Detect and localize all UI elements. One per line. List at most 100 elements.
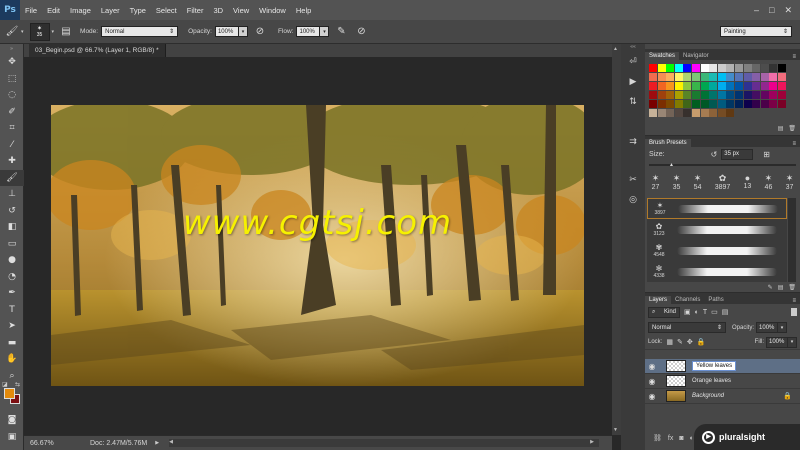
toggle-brush-panel-icon[interactable]: ✎ [768,284,773,291]
swatch-color[interactable] [674,73,683,81]
swatch-color[interactable] [769,91,778,99]
swatch-color[interactable] [726,73,735,81]
swatch-color[interactable] [657,73,666,81]
layer-row-yellow-leaves[interactable]: ◉ Yellow leaves [645,359,800,374]
swatch-color[interactable] [717,91,726,99]
swatch-color[interactable] [700,64,709,72]
menu-window[interactable]: Window [254,6,291,15]
layer-filter-dropdown[interactable]: ⌕ Kind [648,306,680,318]
swatch-color[interactable] [735,73,743,81]
history-brush-tool-icon[interactable]: ↺ [0,203,24,220]
healing-brush-tool-icon[interactable]: ✚ [0,153,24,170]
lasso-tool-icon[interactable]: ◌ [0,87,24,104]
filter-shape-icon[interactable]: ▭ [711,308,718,316]
opacity-slider-toggle[interactable]: ▾ [238,26,248,37]
filter-adjustment-icon[interactable]: ◐ [695,309,699,316]
swap-colors-icon[interactable]: ⇆ [15,381,20,388]
swatch-color[interactable] [760,64,769,72]
swatch-color[interactable] [743,73,752,81]
swatch-color[interactable] [735,82,743,90]
swatch-color[interactable] [666,109,675,117]
swatch-color[interactable] [683,82,692,90]
swatch-color[interactable] [649,100,657,108]
swatch-color[interactable] [726,64,735,72]
swatch-color[interactable] [657,64,666,72]
vertical-scrollbar[interactable]: ▲ ▼ [612,44,621,435]
swatch-color[interactable] [666,73,675,81]
add-mask-icon[interactable]: ◙ [679,435,683,442]
swatch-color[interactable] [674,109,683,117]
menu-help[interactable]: Help [291,6,316,15]
filter-pixel-icon[interactable]: ▣ [684,308,691,316]
menu-3d[interactable]: 3D [208,6,228,15]
swatch-color[interactable] [717,100,726,108]
brush-panel-icon[interactable]: ✂ [621,170,645,190]
menu-edit[interactable]: Edit [42,6,65,15]
layer-name-input[interactable]: Yellow leaves [692,361,737,371]
history-panel-icon[interactable]: ⏎ [621,52,645,72]
swatch-color[interactable] [700,73,709,81]
new-brush-icon[interactable]: ▤ [778,284,784,291]
tab-paths[interactable]: Paths [704,296,727,304]
close-button[interactable]: ✕ [784,5,792,16]
swatch-color[interactable] [717,64,726,72]
new-swatch-icon[interactable]: ▤ [778,125,784,132]
swatch-color[interactable] [778,82,786,90]
tab-channels[interactable]: Channels [671,296,704,304]
dodge-tool-icon[interactable]: ◔ [0,269,24,286]
layer-style-icon[interactable]: fx [668,435,673,442]
brush-tip[interactable]: ✿ 3897 [715,173,731,191]
crop-tool-icon[interactable]: ⌗ [0,120,24,137]
marquee-tool-icon[interactable]: ⬚ [0,71,24,88]
swatch-color[interactable] [649,91,657,99]
swatch-color[interactable] [666,91,675,99]
swatch-color[interactable] [726,109,735,117]
menu-layer[interactable]: Layer [96,6,125,15]
swatch-color[interactable] [666,100,675,108]
swatch-color[interactable] [692,109,700,117]
mode-dropdown[interactable]: Normal ⇕ [101,26,179,37]
brush-tip[interactable]: ✶ 54 [694,173,702,191]
properties-panel-icon[interactable]: ⇉ [621,132,645,152]
brush-size-input[interactable]: 35 px [721,148,754,160]
swatch-color[interactable] [735,91,743,99]
scroll-up-icon[interactable]: ▲ [613,46,618,52]
brush-preset-item[interactable]: ✶ 3897 [647,198,787,219]
swatch-color[interactable] [674,64,683,72]
swatch-color[interactable] [683,100,692,108]
swatch-color[interactable] [692,64,700,72]
type-tool-icon[interactable]: T [0,302,24,319]
fill-input[interactable]: 100% [766,336,788,348]
menu-view[interactable]: View [228,6,254,15]
menu-image[interactable]: Image [65,6,96,15]
brush-tip[interactable]: ✶ 37 [786,173,794,191]
swatch-color[interactable] [657,82,666,90]
brush-tool-icon[interactable]: 🖌 [0,169,24,186]
move-tool-icon[interactable]: ✥ [0,54,24,71]
eye-icon[interactable]: ◉ [645,362,659,371]
swatch-color[interactable] [709,73,718,81]
swatch-color[interactable] [735,100,743,108]
swatch-color[interactable] [649,109,657,117]
document-image[interactable]: www.cgtsj.com [51,105,584,386]
brush-size-thumb-icon[interactable]: ⊞ [763,150,770,159]
foreground-color-swatch[interactable] [4,388,15,399]
swatch-color[interactable] [778,100,786,108]
swatch-color[interactable] [717,82,726,90]
zoom-level[interactable]: 66.67% [30,440,80,447]
maximize-button[interactable]: □ [769,5,774,16]
swatch-color[interactable] [683,73,692,81]
swatch-color[interactable] [700,100,709,108]
swatch-color[interactable] [666,64,675,72]
swatch-color[interactable] [743,91,752,99]
swatch-color[interactable] [726,100,735,108]
swatch-color[interactable] [726,82,735,90]
swatch-color[interactable] [709,100,718,108]
swatch-color[interactable] [649,64,657,72]
swatch-color[interactable] [778,73,786,81]
brush-preset-item[interactable]: ✾ 4548 [647,240,787,261]
layer-row-orange-leaves[interactable]: ◉ Orange leaves [645,374,800,389]
menu-type[interactable]: Type [125,6,151,15]
clone-stamp-tool-icon[interactable]: ⊥ [0,186,24,203]
reset-size-icon[interactable]: ↺ [711,150,718,159]
